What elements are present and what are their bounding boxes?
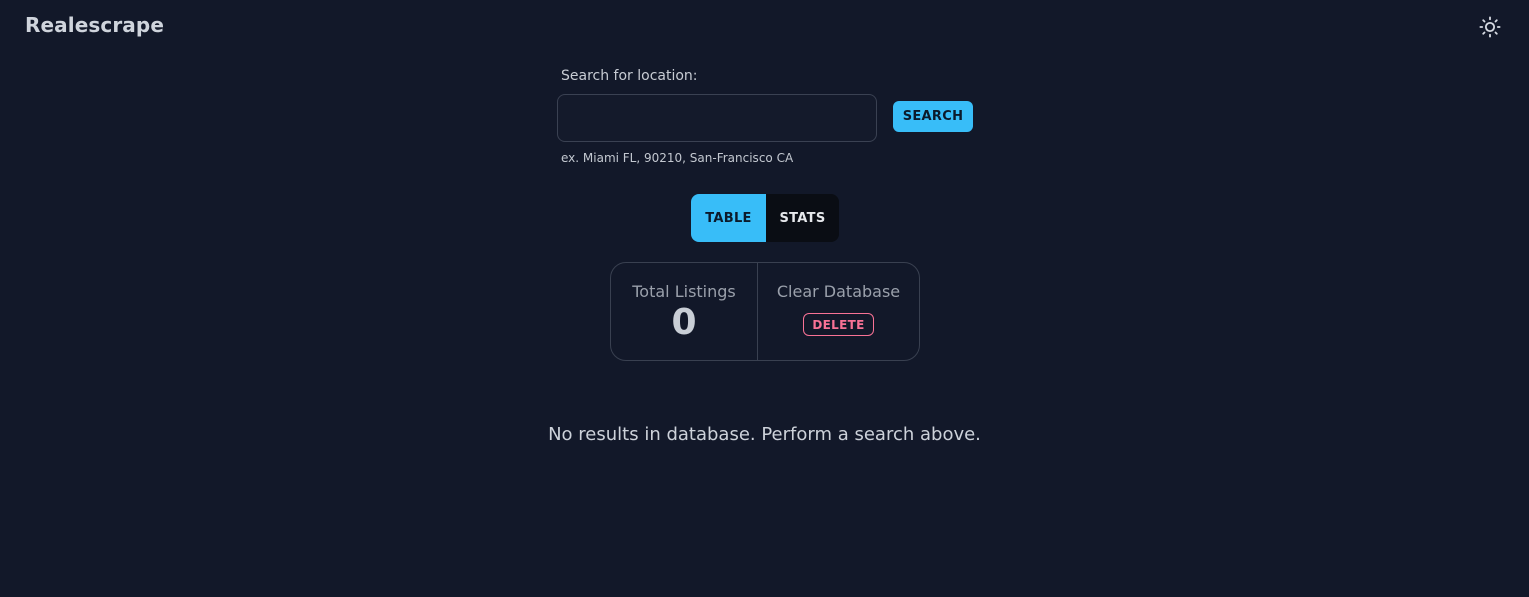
stats-panel: Total Listings 0 Clear Database DELETE xyxy=(610,262,920,361)
tab-table[interactable]: TABLE xyxy=(691,194,766,242)
stat-title: Total Listings xyxy=(632,282,736,301)
empty-state-message: No results in database. Perform a search… xyxy=(548,424,981,445)
sun-icon xyxy=(1479,16,1501,38)
search-button[interactable]: SEARCH xyxy=(893,101,973,132)
search-input[interactable] xyxy=(557,94,877,142)
tab-stats[interactable]: STATS xyxy=(766,194,839,242)
stat-title: Clear Database xyxy=(776,282,901,301)
app-title[interactable]: Realescrape xyxy=(25,13,164,37)
delete-button[interactable]: DELETE xyxy=(803,313,874,336)
search-hint: ex. Miami FL, 90210, San-Francisco CA xyxy=(561,151,794,165)
navbar: Realescrape xyxy=(0,0,1529,54)
stat-total-listings: Total Listings 0 xyxy=(611,263,758,360)
stat-clear-database: Clear Database DELETE xyxy=(758,263,919,360)
total-listings-value: 0 xyxy=(671,302,697,343)
theme-toggle-button[interactable] xyxy=(1477,14,1503,40)
search-label: Search for location: xyxy=(561,68,698,84)
view-tabs: TABLE STATS xyxy=(691,194,839,242)
